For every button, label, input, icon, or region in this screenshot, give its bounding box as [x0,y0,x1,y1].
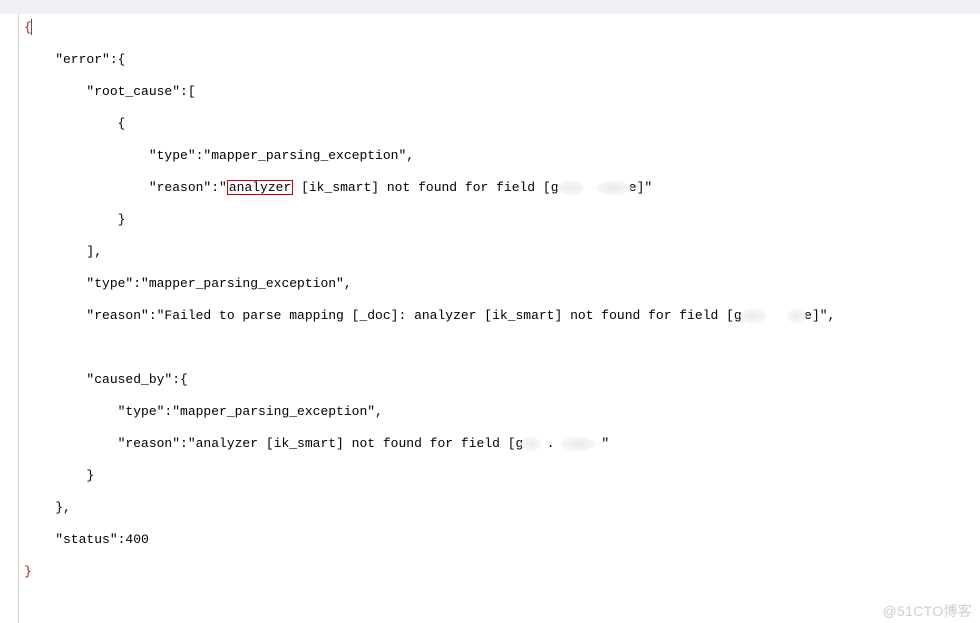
reason-mid: [ik_smart] not found for field [293,180,543,195]
reason-prefix: "reason":"Failed to parse mapping [_doc]… [24,308,742,323]
reason-end: ]", [812,308,835,323]
blank-line [24,340,980,356]
code-line: "type":"mapper_parsing_exception", [24,276,980,292]
code-line: } [24,212,980,228]
redacted-field: [gxxx xxxxe [543,180,637,195]
blank-line [24,596,980,612]
editor-gutter [0,14,19,623]
code-line: "reason":"analyzer [ik_smart] not found … [24,180,980,196]
code-line: "reason":"Failed to parse mapping [_doc]… [24,308,980,324]
watermark-text: @51CTO博客 [883,603,972,619]
code-line: "error":{ [24,52,980,68]
code-line: "reason":"analyzer [ik_smart] not found … [24,436,980,452]
redacted-field: xxx xxe [742,308,812,323]
highlighted-word-analyzer: analyzer [227,180,293,195]
reason-prefix: "reason":" [24,180,227,195]
reason-end: ]" [637,180,653,195]
reason-prefix: "reason":"analyzer [ik_smart] not found … [24,436,508,451]
reason-end: " [601,436,609,451]
code-line: { [24,20,980,36]
code-line: "status":400 [24,532,980,548]
code-line: }, [24,500,980,516]
redacted-field: [gxx . xxxx [508,436,602,451]
code-line: "caused_by":{ [24,372,980,388]
code-line: { [24,116,980,132]
code-line: "root_cause":[ [24,84,980,100]
code-content: { "error":{ "root_cause":[ { "type":"map… [24,4,980,623]
code-line: "type":"mapper_parsing_exception", [24,148,980,164]
code-line: } [24,468,980,484]
brace-close-top: } [24,564,980,580]
code-line: "type":"mapper_parsing_exception", [24,404,980,420]
text-cursor [31,19,34,35]
code-line: ], [24,244,980,260]
